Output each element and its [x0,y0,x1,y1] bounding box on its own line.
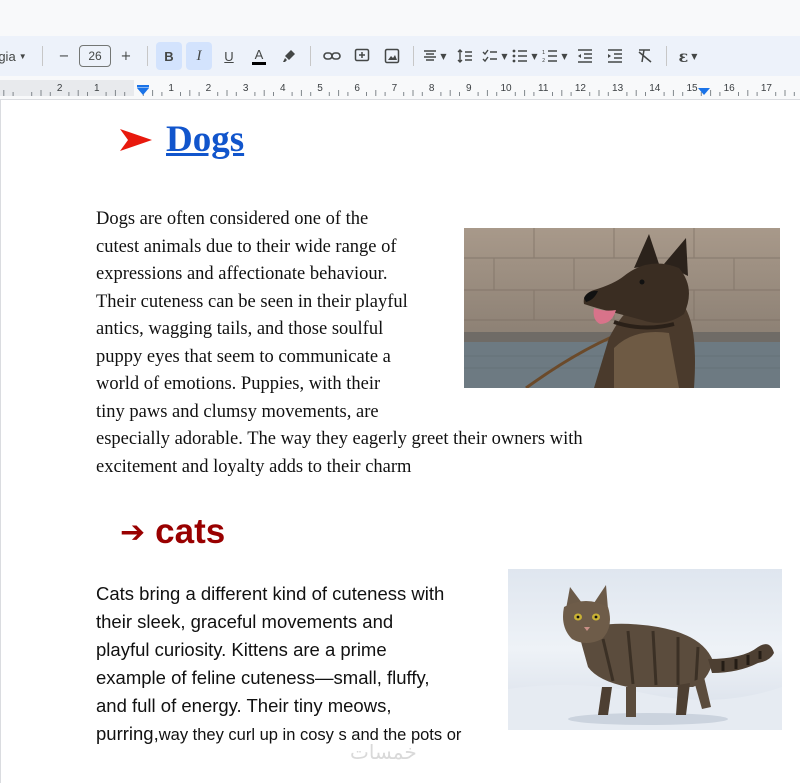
ruler-label: 1 [168,83,174,94]
ruler-label: 12 [575,83,587,94]
toolbar-divider [310,46,311,66]
toolbar-divider [666,46,667,66]
left-indent-marker [137,88,149,95]
right-indent-marker [698,88,710,95]
insert-image-icon[interactable] [379,42,405,70]
toolbar-divider [42,46,43,66]
first-line-indent-marker [137,85,149,88]
ruler-label: 7 [392,83,398,94]
cats-paragraph: Cats bring a different kind of cuteness … [96,580,516,749]
decrease-indent-icon[interactable] [572,42,598,70]
chevron-down-icon: ▼ [691,51,698,61]
horizontal-ruler[interactable]: 2 1 1 2 3 4 5 6 7 8 9 10 11 12 13 14 15 16 17 [0,76,800,100]
chevron-down-icon: ▼ [18,51,27,61]
cat-photo[interactable] [508,569,782,730]
text-color-label: A [251,47,267,65]
ruler-label: 14 [649,83,661,94]
text-line: purring,way they curl up in cosy s and t… [96,720,516,749]
chevron-down-icon: ▼ [561,51,568,61]
text-line: their sleek, graceful movements and [96,611,394,632]
ruler-label: 17 [761,83,773,94]
text-line: example of feline cuteness—small, fluffy… [96,667,430,688]
window-top-strip [0,0,800,36]
ruler-label: 1 [94,83,100,94]
page-edge [0,100,1,783]
clear-formatting-icon[interactable] [632,42,658,70]
arrowhead-icon [120,129,152,151]
ruler-label: 2 [57,83,63,94]
increase-indent-icon[interactable] [602,42,628,70]
ruler-label: 13 [612,83,624,94]
equation-label: ε [678,46,689,66]
chevron-down-icon: ▼ [501,51,508,61]
text-line: excitement and loyalty adds to their cha… [96,456,412,477]
ruler-label: 15 [686,83,698,94]
text-line: tiny paws and clumsy movements, are [96,401,379,422]
text-line: Cats bring a different kind of cuteness … [96,583,445,604]
formatting-toolbar: rgia▼ − 26 + B I U A ▼ ▼ ▼ 12▼ ε▼ [0,36,800,76]
svg-text:1: 1 [542,50,545,56]
checklist-icon[interactable]: ▼ [482,42,508,70]
text-fragment: purring, [96,723,159,744]
font-family-label: rgia [0,48,16,64]
line-spacing-icon[interactable] [452,42,478,70]
cats-heading: ➔ cats [120,510,225,554]
text-line: especially adorable. The way they eagerl… [96,429,583,449]
highlighter-icon[interactable] [276,42,302,70]
equation-button[interactable]: ε ▼ [675,42,701,70]
ruler-label: 2 [206,83,212,94]
ruler-label: 8 [429,83,435,94]
decrease-font-size-button[interactable]: − [51,42,77,70]
text-line: playful curiosity. Kittens are a prime [96,639,387,660]
ruler-label: 3 [243,83,249,94]
ruler-label: 10 [500,83,512,94]
bold-button[interactable]: B [156,42,182,70]
ruler-ticks: 2 1 1 2 3 4 5 6 7 8 9 10 11 12 13 14 15 16 17 [0,80,795,96]
underline-button[interactable]: U [216,42,242,70]
increase-font-size-button[interactable]: + [113,42,139,70]
link-icon[interactable] [319,42,345,70]
italic-button[interactable]: I [186,42,212,70]
watermark-logo: خمسات [350,740,417,764]
ruler-label: 16 [724,83,736,94]
svg-text:2: 2 [542,58,545,63]
document-page[interactable]: Dogs Dogs are often considered one of th… [0,100,800,783]
ruler-label: 6 [354,83,360,94]
font-family-dropdown[interactable]: rgia▼ [0,42,34,70]
dogs-heading-text: Dogs [166,119,245,160]
add-comment-icon[interactable] [349,42,375,70]
bulleted-list-icon[interactable]: ▼ [512,42,538,70]
toolbar-divider [147,46,148,66]
numbered-list-icon[interactable]: 1 2 ▼ [542,42,568,70]
chevron-down-icon: ▼ [531,51,538,61]
toolbar-divider [413,46,414,66]
align-icon[interactable]: ▼ [422,42,448,70]
ruler-label: 5 [317,83,323,94]
ruler-margin-shade [0,80,134,96]
cats-heading-text: cats [155,512,226,551]
chevron-down-icon: ▼ [440,51,447,61]
ruler-label: 4 [280,83,286,94]
ruler-label: 11 [538,83,549,94]
font-size-input[interactable]: 26 [79,45,111,67]
ruler-label: 9 [466,83,472,94]
dog-photo[interactable] [464,228,780,388]
arrow-right-icon: ➔ [120,514,146,550]
text-color-button[interactable]: A [246,42,272,70]
dogs-heading: Dogs [118,118,244,162]
text-line: and full of energy. Their tiny meows, [96,695,392,716]
